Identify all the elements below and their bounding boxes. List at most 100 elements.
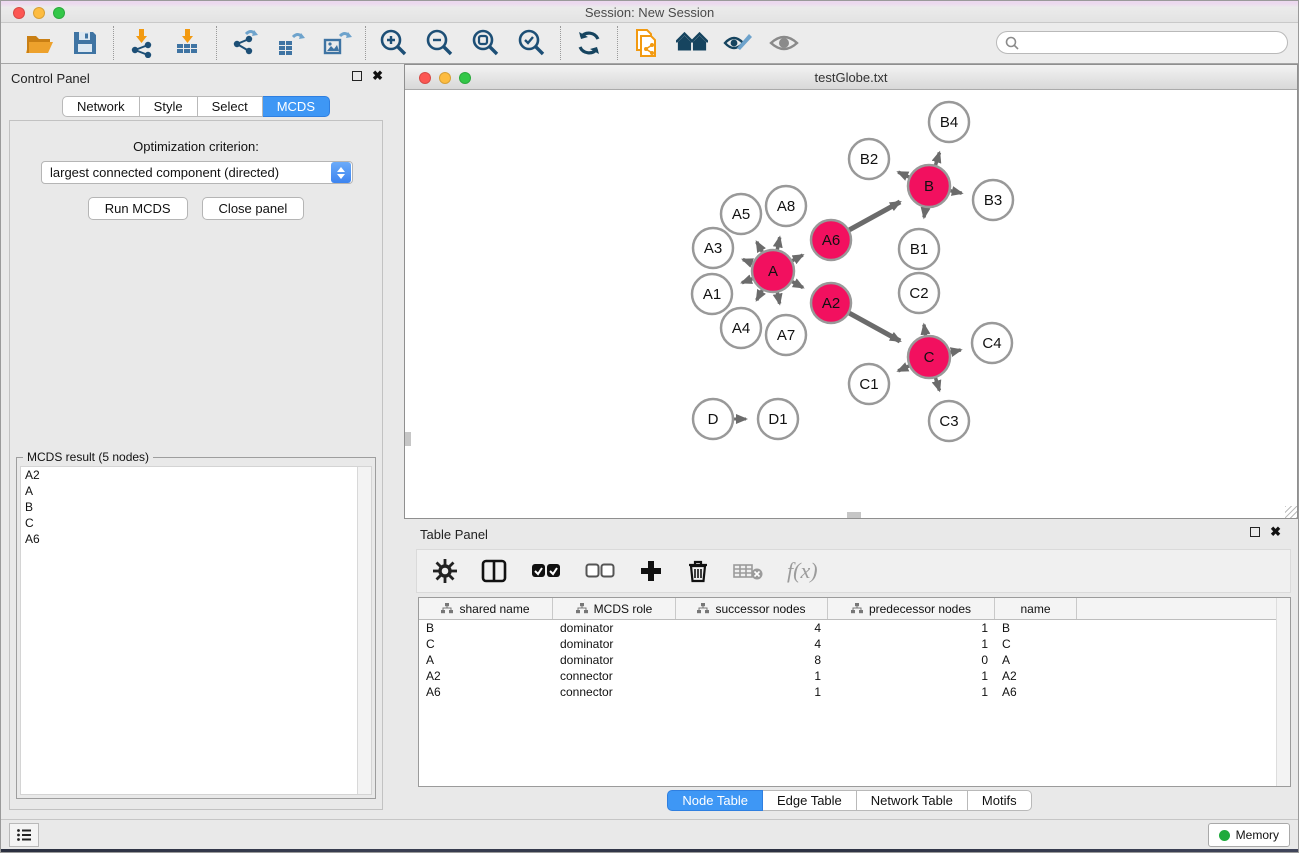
delete-column-icon[interactable] (687, 559, 709, 583)
table-cell[interactable]: dominator (553, 621, 676, 635)
table-cell[interactable]: B (419, 621, 553, 635)
graph-node-B4[interactable]: B4 (929, 102, 969, 142)
table-cell[interactable]: dominator (553, 653, 676, 667)
table-cell[interactable]: 4 (676, 637, 828, 651)
graph-node-A3[interactable]: A3 (693, 228, 733, 268)
table-cell[interactable]: B (995, 621, 1077, 635)
graph-edge-A6-B[interactable] (848, 202, 900, 231)
graph-node-C1[interactable]: C1 (849, 364, 889, 404)
tab-node-table[interactable]: Node Table (667, 790, 763, 811)
table-cell[interactable]: A2 (995, 669, 1077, 683)
tab-style[interactable]: Style (140, 96, 198, 117)
table-row[interactable]: Cdominator41C (419, 636, 1290, 652)
graph-node-A1[interactable]: A1 (692, 274, 732, 314)
import-table-icon[interactable] (172, 27, 204, 59)
column-header-predecessor-nodes[interactable]: predecessor nodes (828, 598, 995, 619)
zoom-selected-icon[interactable] (516, 27, 548, 59)
graph-node-A8[interactable]: A8 (766, 186, 806, 226)
table-cell[interactable]: 0 (828, 653, 995, 667)
table-cell[interactable]: A (995, 653, 1077, 667)
tab-network-table[interactable]: Network Table (857, 790, 968, 811)
open-file-icon[interactable] (23, 27, 55, 59)
graph-edge-C-C3[interactable] (935, 376, 939, 390)
table-cell[interactable]: A6 (995, 685, 1077, 699)
table-scrollbar[interactable] (1276, 598, 1290, 786)
graph-node-C4[interactable]: C4 (972, 323, 1012, 363)
home-icon[interactable] (676, 27, 708, 59)
delete-table-icon[interactable] (733, 561, 763, 581)
new-network-from-selection-icon[interactable] (630, 27, 662, 59)
table-cell[interactable]: 1 (828, 621, 995, 635)
tab-edge-table[interactable]: Edge Table (763, 790, 857, 811)
mcds-result-item[interactable]: B (21, 499, 371, 515)
import-network-icon[interactable] (126, 27, 158, 59)
mcds-result-item[interactable]: A2 (21, 467, 371, 483)
table-cell[interactable]: 4 (676, 621, 828, 635)
column-header-name[interactable]: name (995, 598, 1077, 619)
tab-network[interactable]: Network (62, 96, 140, 117)
table-cell[interactable]: A (419, 653, 553, 667)
graph-node-A6[interactable]: A6 (811, 220, 851, 260)
graph-node-A7[interactable]: A7 (766, 315, 806, 355)
table-cell[interactable]: 1 (828, 637, 995, 651)
table-cell[interactable]: 8 (676, 653, 828, 667)
graph-node-A2[interactable]: A2 (811, 283, 851, 323)
close-panel-button[interactable]: Close panel (202, 197, 305, 220)
tab-mcds[interactable]: MCDS (263, 96, 330, 117)
table-cell[interactable]: C (995, 637, 1077, 651)
search-input[interactable] (1024, 36, 1279, 50)
function-builder-icon[interactable]: f(x) (787, 558, 818, 584)
criterion-dropdown[interactable]: largest connected component (directed) (41, 161, 353, 184)
table-close-panel-icon[interactable]: ✖ (1270, 527, 1281, 537)
result-list-scrollbar[interactable] (357, 467, 371, 794)
table-row[interactable]: Bdominator41B (419, 620, 1290, 636)
gear-icon[interactable] (433, 559, 457, 583)
table-cell[interactable]: connector (553, 669, 676, 683)
show-graphics-details-icon[interactable] (722, 27, 754, 59)
export-table-icon[interactable] (275, 27, 307, 59)
table-row[interactable]: A2connector11A2 (419, 668, 1290, 684)
table-float-panel-icon[interactable] (1250, 527, 1260, 537)
network-vertical-scrollbar[interactable] (405, 432, 411, 446)
mcds-result-item[interactable]: A6 (21, 531, 371, 547)
graph-edge-B-B4[interactable] (935, 153, 939, 167)
tab-select[interactable]: Select (198, 96, 263, 117)
column-view-icon[interactable] (481, 559, 507, 583)
graph-node-A[interactable]: A (752, 250, 794, 292)
graph-node-D[interactable]: D (693, 399, 733, 439)
tab-motifs[interactable]: Motifs (968, 790, 1032, 811)
memory-button[interactable]: Memory (1208, 823, 1290, 847)
network-graph[interactable]: AA1A2A3A4A5A6A7A8BB1B2B3B4CC1C2C3C4DD1 (405, 90, 1297, 518)
column-header-shared-name[interactable]: shared name (419, 598, 553, 619)
graph-node-A4[interactable]: A4 (721, 308, 761, 348)
task-history-button[interactable] (9, 823, 39, 847)
refresh-icon[interactable] (573, 27, 605, 59)
eye-icon[interactable] (768, 27, 800, 59)
table-row[interactable]: Adominator80A (419, 652, 1290, 668)
table-cell[interactable]: 1 (676, 685, 828, 699)
graph-node-D1[interactable]: D1 (758, 399, 798, 439)
export-network-icon[interactable] (229, 27, 261, 59)
add-column-icon[interactable] (639, 559, 663, 583)
graph-node-B1[interactable]: B1 (899, 229, 939, 269)
graph-node-B2[interactable]: B2 (849, 139, 889, 179)
table-cell[interactable]: C (419, 637, 553, 651)
zoom-in-icon[interactable] (378, 27, 410, 59)
save-session-icon[interactable] (69, 27, 101, 59)
graph-node-B[interactable]: B (908, 165, 950, 207)
float-panel-icon[interactable] (352, 71, 362, 81)
table-cell[interactable]: A2 (419, 669, 553, 683)
table-cell[interactable]: 1 (676, 669, 828, 683)
deselect-all-icon[interactable] (585, 563, 615, 579)
graph-node-A5[interactable]: A5 (721, 194, 761, 234)
table-row[interactable]: A6connector11A6 (419, 684, 1290, 700)
table-cell[interactable]: 1 (828, 669, 995, 683)
zoom-out-icon[interactable] (424, 27, 456, 59)
run-mcds-button[interactable]: Run MCDS (88, 197, 188, 220)
column-header-mcds-role[interactable]: MCDS role (553, 598, 676, 619)
table-cell[interactable]: 1 (828, 685, 995, 699)
network-horizontal-scrollbar[interactable] (847, 512, 861, 518)
network-canvas[interactable]: AA1A2A3A4A5A6A7A8BB1B2B3B4CC1C2C3C4DD1 (405, 90, 1297, 518)
graph-node-B3[interactable]: B3 (973, 180, 1013, 220)
network-resize-grip[interactable] (1285, 506, 1297, 518)
